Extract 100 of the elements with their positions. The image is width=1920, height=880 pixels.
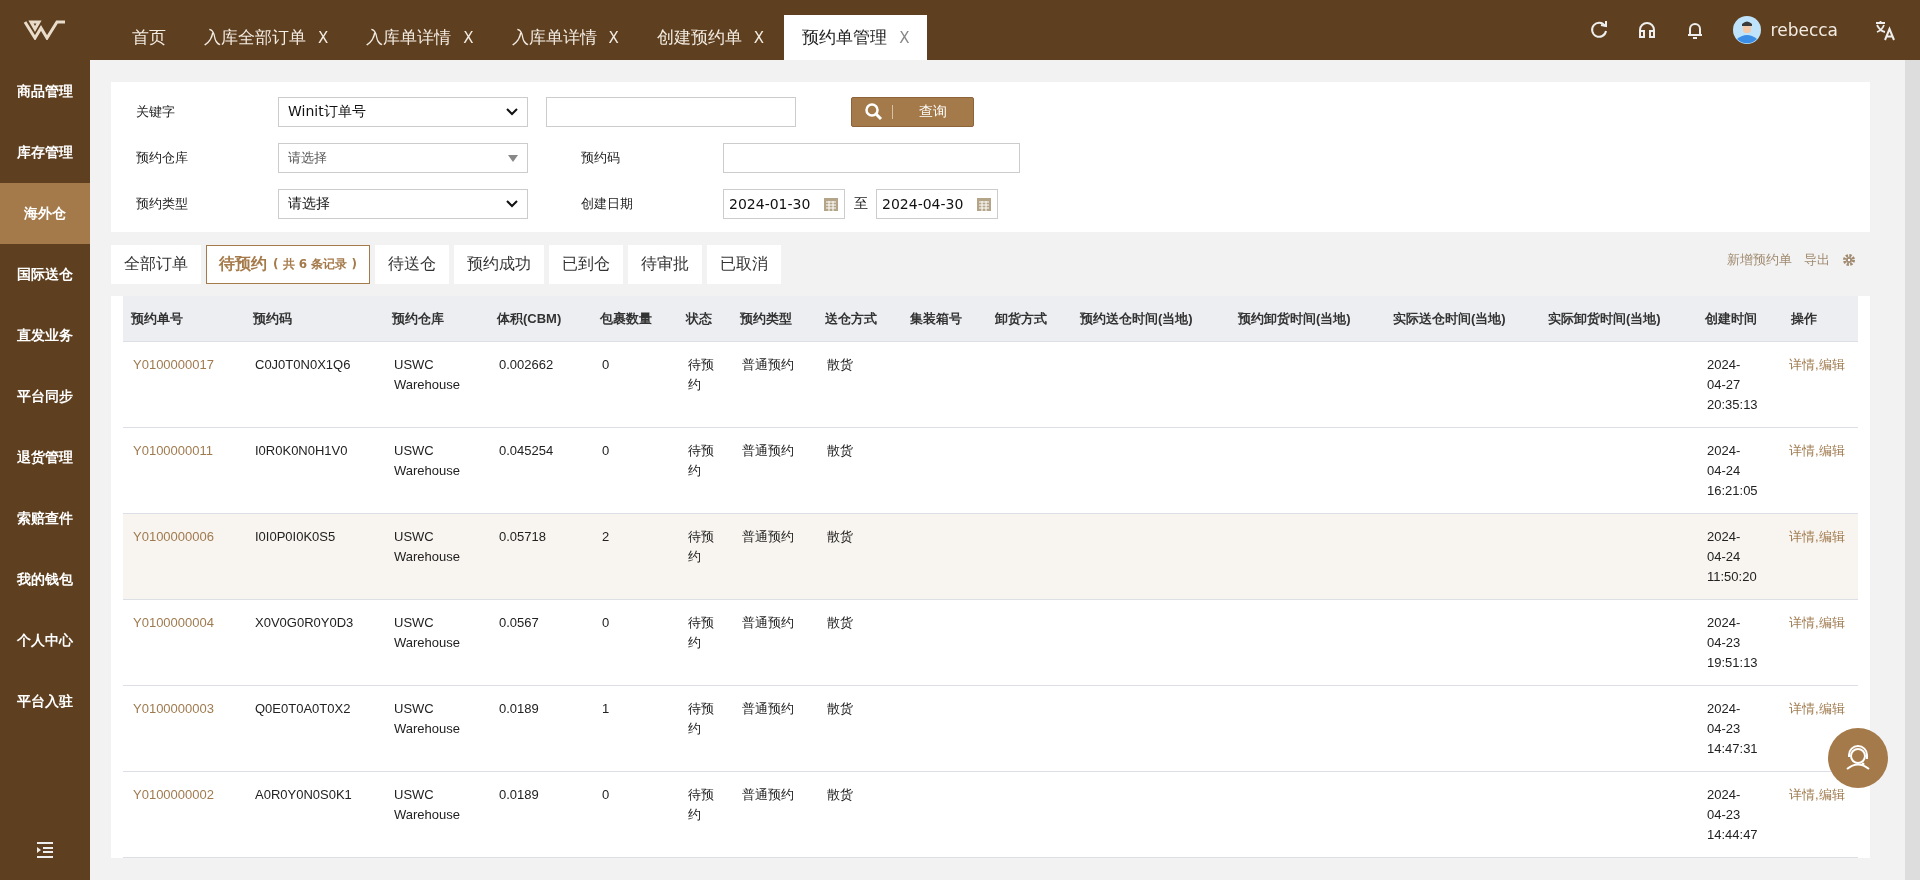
table-cell: Q0E0T0A0T0X2 [255, 701, 351, 716]
table-cell: 待预约 [688, 615, 714, 650]
action-link[interactable]: 详情 [1789, 615, 1815, 630]
status-tab[interactable]: 预约成功 [454, 245, 545, 284]
sidebar-item[interactable]: 库存管理 [0, 122, 90, 183]
close-icon[interactable]: X [463, 28, 474, 47]
order-link[interactable]: Y0100000011 [133, 443, 213, 458]
table-cell: 散货 [827, 701, 853, 716]
tab-label: 预约单管理 [802, 26, 888, 49]
status-tab[interactable]: 已到仓 [549, 245, 624, 284]
tab-label: 首页 [132, 26, 166, 49]
sidebar-item[interactable]: 海外仓 [0, 183, 90, 244]
sidebar-item[interactable]: 国际送仓 [0, 244, 90, 305]
table-cell: 2024-04-27 20:35:13 [1707, 357, 1758, 412]
column-header: 预约仓库 [384, 296, 489, 342]
page-tab[interactable]: 首页 [114, 15, 184, 60]
avatar-icon[interactable] [1732, 16, 1761, 44]
status-tab[interactable]: 已取消 [707, 245, 782, 284]
date-field[interactable]: 2024-04-30 [876, 189, 998, 219]
user-name[interactable]: rebecca [1770, 20, 1838, 40]
table-cell: 待预约 [688, 787, 714, 822]
close-icon[interactable]: X [753, 28, 765, 47]
table-cell: I0R0K0N0H1V0 [255, 443, 348, 458]
type-select[interactable]: 请选择 [278, 189, 528, 219]
table-cell: 散货 [827, 529, 853, 544]
table-cell: 0.045254 [499, 443, 554, 458]
table-cell: USWC Warehouse [394, 357, 460, 392]
action-link[interactable]: 详情 [1789, 787, 1815, 802]
page-tab[interactable]: 创建预约单 X [638, 15, 783, 60]
separator-text: , [1815, 529, 1819, 544]
page-tab[interactable]: 入库单详情 X [348, 15, 492, 60]
close-icon[interactable]: X [318, 28, 329, 47]
sidebar-item[interactable]: 个人中心 [0, 610, 90, 671]
table-cell: 2024-04-23 14:47:31 [1707, 701, 1758, 756]
page-tab[interactable]: 入库单详情 X [493, 15, 637, 60]
column-header: 送仓方式 [817, 296, 902, 342]
sidebar-item[interactable]: 商品管理 [0, 61, 90, 122]
calendar-icon [823, 196, 839, 212]
close-icon[interactable]: X [899, 28, 910, 47]
page-tab[interactable]: 入库全部订单 X [186, 15, 347, 60]
action-link[interactable]: 详情 [1789, 701, 1815, 716]
settings-icon[interactable] [1842, 253, 1856, 267]
table-cell: 普通预约 [742, 529, 794, 544]
column-header: 预约送仓时间(当地) [1072, 296, 1230, 342]
table-cell: 2024-04-23 19:51:13 [1707, 615, 1758, 670]
column-header: 实际送仓时间(当地) [1385, 296, 1540, 342]
order-link[interactable]: Y0100000006 [133, 529, 214, 544]
status-tab[interactable]: 全部订单 [111, 245, 201, 284]
table-cell: 2024-04-23 14:44:47 [1707, 787, 1758, 842]
order-link[interactable]: Y0100000003 [133, 701, 214, 716]
status-tab[interactable]: 待审批 [628, 245, 703, 284]
page-tab[interactable]: 预约单管理 X [784, 15, 928, 60]
table-cell: 0 [602, 787, 610, 802]
search-button[interactable]: 查询 [851, 97, 974, 127]
status-tab[interactable]: 待送仓 [375, 245, 450, 284]
status-tab[interactable]: 待预约 ( 共 6 条记录 ) [206, 245, 371, 284]
date-field[interactable]: 2024-01-30 [723, 189, 845, 219]
column-header: 实际卸货时间(当地) [1540, 296, 1697, 342]
calendar-icon [976, 196, 992, 212]
headset-icon[interactable] [1636, 20, 1657, 40]
field-label: 预约码 [581, 149, 621, 167]
separator-text: , [1815, 615, 1819, 630]
warehouse-select[interactable]: 请选择 [278, 143, 528, 173]
field-label: 预约仓库 [136, 149, 189, 167]
sidebar-item[interactable]: 退货管理 [0, 427, 90, 488]
table-cell: 0 [602, 615, 610, 630]
close-icon[interactable]: X [608, 28, 619, 47]
table-cell: 待预约 [688, 443, 714, 478]
column-header: 创建时间 [1697, 296, 1783, 342]
sidebar-item[interactable]: 直发业务 [0, 305, 90, 366]
separator-text: , [1815, 443, 1819, 458]
order-link[interactable]: Y0100000002 [133, 787, 214, 802]
sidebar-item[interactable]: 平台同步 [0, 366, 90, 427]
table-cell: USWC Warehouse [394, 529, 460, 564]
column-header: 体积(CBM) [489, 296, 592, 342]
table-cell: 2024-04-24 11:50:20 [1707, 529, 1757, 584]
table-cell: USWC Warehouse [394, 787, 460, 822]
table-cell: 普通预约 [742, 787, 794, 802]
sidebar-item[interactable]: 我的钱包 [0, 549, 90, 610]
table-cell: I0I0P0I0K0S5 [255, 529, 336, 544]
search-icon [864, 102, 884, 122]
field-label: 创建日期 [581, 195, 634, 213]
translate-icon[interactable] [1874, 19, 1896, 41]
sidebar-item[interactable]: 平台入驻 [0, 671, 90, 732]
table-cell: 普通预约 [742, 615, 794, 630]
order-link[interactable]: Y0100000004 [133, 615, 214, 630]
separator-text: , [1815, 701, 1819, 716]
tab-label: 入库全部订单 [204, 26, 306, 49]
indent-icon[interactable] [36, 842, 54, 858]
sidebar-item[interactable]: 索赔查件 [0, 488, 90, 549]
triangle-down-icon [508, 154, 518, 162]
refresh-icon[interactable] [1588, 20, 1609, 40]
action-link[interactable]: 详情 [1789, 443, 1815, 458]
action-link[interactable]: 详情 [1789, 357, 1815, 372]
keyword-type-select[interactable]: Winit订单号 [278, 97, 528, 127]
scrollbar[interactable] [1905, 60, 1920, 880]
order-link[interactable]: Y0100000017 [133, 357, 214, 372]
action-link[interactable]: 详情 [1789, 529, 1815, 544]
code-input[interactable] [723, 143, 1020, 173]
keyword-input[interactable] [546, 97, 796, 127]
